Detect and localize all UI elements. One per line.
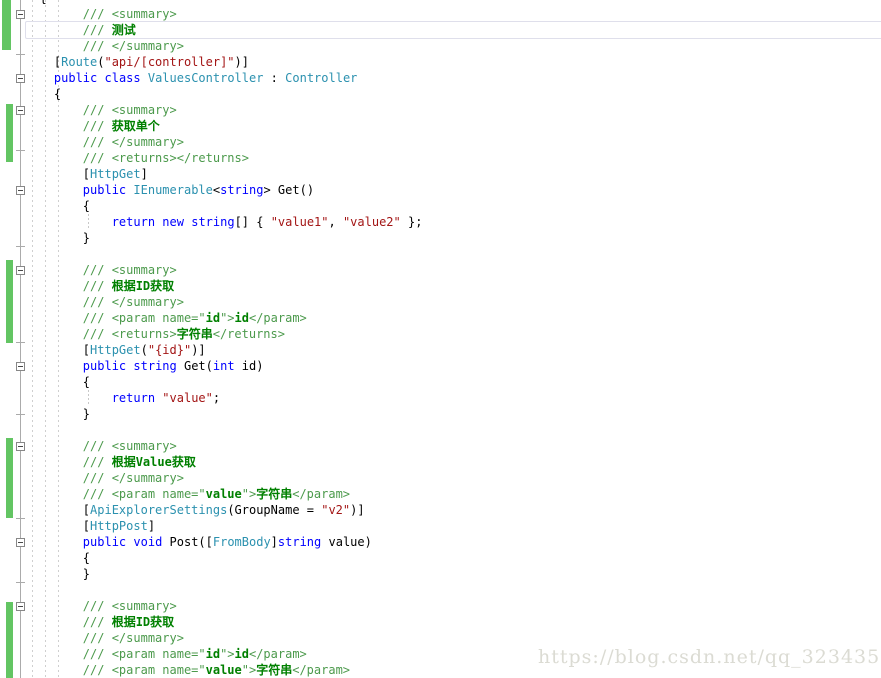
watermark-text: https://blog.csdn.net/qq_32343577 [538, 646, 881, 668]
code-line[interactable]: /// 根据Value获取 [25, 454, 422, 470]
fold-toggle[interactable] [16, 10, 25, 19]
minus-icon [18, 606, 23, 607]
code-line[interactable]: { [25, 374, 422, 390]
code-line[interactable]: [Route("api/[controller]")] [25, 54, 422, 70]
code-line[interactable]: /// <summary> [25, 102, 422, 118]
code-line[interactable]: /// </summary> [25, 294, 422, 310]
code-line[interactable]: /// <param name="value">字符串</param> [25, 662, 422, 678]
code-line[interactable]: /// </summary> [25, 38, 422, 54]
minus-icon [18, 14, 23, 15]
code-line[interactable]: public IEnumerable<string> Get() [25, 182, 422, 198]
code-line[interactable]: /// <returns></returns> [25, 150, 422, 166]
fold-toggle[interactable] [16, 186, 25, 195]
code-line[interactable]: /// 根据ID获取 [25, 614, 422, 630]
code-lines[interactable]: { /// <summary> /// 测试 /// </summary> [R… [25, 0, 422, 678]
change-indicator [6, 602, 13, 678]
fold-region-end [16, 150, 25, 151]
code-line[interactable]: } [25, 566, 422, 582]
code-line[interactable]: /// </summary> [25, 470, 422, 486]
code-line[interactable]: { [25, 198, 422, 214]
minus-icon [18, 542, 23, 543]
code-line[interactable]: public string Get(int id) [25, 358, 422, 374]
fold-region-end [16, 414, 25, 415]
change-indicator [6, 260, 13, 343]
code-line[interactable]: /// <summary> [25, 438, 422, 454]
fold-toggle[interactable] [16, 362, 25, 371]
code-line[interactable] [25, 422, 422, 438]
code-line[interactable]: /// 根据ID获取 [25, 278, 422, 294]
fold-toggle[interactable] [16, 106, 25, 115]
code-line[interactable] [25, 582, 422, 598]
code-line[interactable]: return new string[] { "value1", "value2"… [25, 214, 423, 230]
fold-region-end [16, 582, 25, 583]
minus-icon [18, 270, 23, 271]
code-line[interactable]: /// </summary> [25, 134, 422, 150]
code-line[interactable]: { [25, 86, 422, 102]
code-line[interactable]: /// <param name="id">id</param> [25, 310, 422, 326]
code-line[interactable]: /// <summary> [25, 262, 422, 278]
fold-region-end [16, 246, 25, 247]
code-line[interactable]: /// <summary> [25, 6, 422, 22]
code-line[interactable]: } [25, 230, 422, 246]
code-line[interactable]: /// <summary> [25, 598, 422, 614]
minus-icon [18, 78, 23, 79]
code-line[interactable]: [HttpGet("{id}")] [25, 342, 422, 358]
minus-icon [18, 446, 23, 447]
code-line[interactable]: [HttpGet] [25, 166, 422, 182]
fold-toggle[interactable] [16, 74, 25, 83]
code-line[interactable]: /// 测试 [25, 22, 422, 38]
code-line[interactable]: /// <param name="value">字符串</param> [25, 486, 422, 502]
change-indicator [2, 0, 11, 50]
fold-region-end [16, 518, 25, 519]
fold-margin-line [20, 0, 21, 678]
code-line[interactable]: /// <returns>字符串</returns> [25, 326, 422, 342]
minus-icon [18, 190, 23, 191]
fold-toggle[interactable] [16, 602, 25, 611]
minus-icon [18, 110, 23, 111]
code-line[interactable]: { [25, 550, 422, 566]
fold-toggle[interactable] [16, 266, 25, 275]
fold-toggle[interactable] [16, 538, 25, 547]
change-indicator [6, 438, 13, 518]
code-line[interactable]: return "value"; [25, 390, 422, 406]
code-line[interactable]: /// <param name="id">id</param> [25, 646, 422, 662]
change-indicator [6, 104, 13, 162]
code-line[interactable]: public class ValuesController : Controll… [25, 70, 422, 86]
code-line[interactable]: [HttpPost] [25, 518, 422, 534]
code-line[interactable]: } [25, 406, 422, 422]
code-editor[interactable]: { /// <summary> /// 测试 /// </summary> [R… [0, 0, 881, 678]
minus-icon [18, 366, 23, 367]
code-line[interactable]: /// </summary> [25, 630, 422, 646]
code-line[interactable]: /// 获取单个 [25, 118, 422, 134]
code-line[interactable]: [ApiExplorerSettings(GroupName = "v2")] [25, 502, 422, 518]
fold-region-end [16, 342, 25, 343]
fold-toggle[interactable] [16, 442, 25, 451]
code-line[interactable]: public void Post([FromBody]string value) [25, 534, 422, 550]
fold-region-end [16, 54, 25, 55]
code-line[interactable] [25, 246, 422, 262]
